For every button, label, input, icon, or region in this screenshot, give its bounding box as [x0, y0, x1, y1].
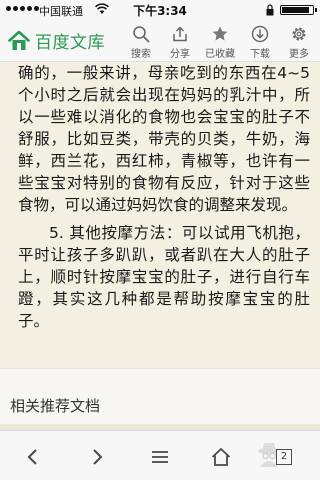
more-button[interactable]: 更多 — [281, 24, 317, 60]
browser-toolbar: 2 — [0, 430, 320, 480]
baidu-wenku-logo[interactable]: 百度文库 — [8, 28, 105, 53]
menu-button[interactable] — [145, 443, 175, 471]
related-docs-title: 相关推荐文档 — [10, 397, 101, 415]
related-docs-section: 相关推荐文档 — [0, 368, 320, 430]
article-paragraph: 5. 其他按摩方法：可以试用飞机抱，平时让孩子多趴趴，或者趴在大人的肚子上，顺时… — [18, 224, 310, 330]
menu-icon — [152, 451, 168, 463]
download-label: 下载 — [250, 49, 270, 60]
share-button[interactable]: 分享 — [162, 24, 198, 60]
article-paragraph: 确的，一般来讲，母亲吃到的东西在4~5个小时之后就会出现在妈妈的乳汁中，所以一些… — [18, 64, 310, 214]
download-button[interactable]: 下载 — [242, 24, 278, 60]
favorite-button[interactable]: 已收藏 — [202, 24, 238, 60]
orientation-lock-icon — [266, 4, 274, 16]
home-button[interactable] — [206, 443, 236, 471]
tabs-button[interactable]: 2 — [276, 449, 292, 465]
share-icon — [173, 26, 187, 42]
status-bar: 中国联通 下午3:34 — [0, 0, 320, 20]
app-header: 百度文库 搜索 分享 已收藏 下载 更多 — [0, 20, 320, 62]
home-icon — [211, 447, 231, 466]
gear-icon — [292, 27, 306, 41]
logo-text: 百度文库 — [35, 33, 105, 53]
favorited-label: 已收藏 — [205, 49, 235, 60]
document-content[interactable]: 确的，一般来讲，母亲吃到的东西在4~5个小时之后就会出现在妈妈的乳汁中，所以一些… — [0, 62, 320, 368]
chevron-left-icon — [27, 449, 37, 465]
home-logo-icon — [8, 30, 30, 50]
more-label: 更多 — [289, 49, 309, 60]
back-button[interactable] — [18, 443, 48, 471]
download-icon — [251, 25, 269, 43]
share-label: 分享 — [170, 49, 190, 60]
star-icon — [212, 26, 228, 41]
battery-icon — [280, 5, 317, 15]
chevron-right-icon — [93, 449, 103, 465]
search-icon — [133, 26, 150, 43]
battery-level — [282, 7, 309, 13]
search-button[interactable]: 搜索 — [123, 24, 159, 60]
forward-button[interactable] — [82, 443, 112, 471]
search-label: 搜索 — [131, 49, 151, 60]
